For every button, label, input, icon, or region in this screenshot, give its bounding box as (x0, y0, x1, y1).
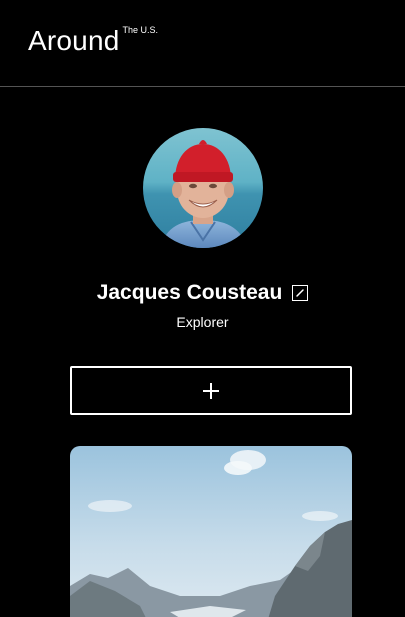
logo-superscript: The U.S. (122, 25, 159, 35)
profile-section (0, 128, 405, 248)
place-card-image[interactable] (70, 446, 352, 617)
profile-name-row: Jacques Cousteau (0, 280, 405, 306)
avatar[interactable] (142, 128, 263, 248)
avatar-image (142, 128, 263, 248)
pencil-icon (296, 289, 305, 297)
add-place-button[interactable] (70, 366, 352, 415)
place-card[interactable] (70, 446, 352, 617)
page: Around The U.S. Jacques Cousteau Explore… (0, 0, 405, 617)
header: Around The U.S. (0, 0, 405, 87)
plus-icon (203, 382, 219, 399)
logo-text: Around (28, 25, 120, 56)
edit-profile-button[interactable] (292, 285, 309, 301)
logo: Around The U.S. (28, 24, 158, 58)
profile-job: Explorer (176, 314, 229, 330)
profile-name: Jacques Cousteau (96, 281, 283, 304)
